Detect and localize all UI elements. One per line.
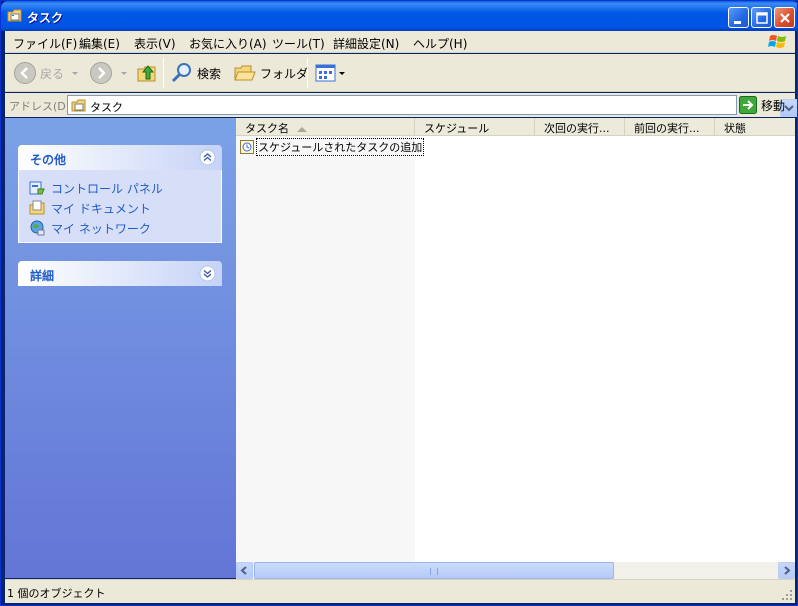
- chevron-left-icon: [240, 566, 247, 575]
- address-input[interactable]: タスク: [67, 95, 797, 117]
- sort-ascending-icon: [297, 126, 307, 132]
- search-label: 検索: [197, 66, 222, 81]
- explorer-window: タスク ファイル(F) 編集(E) 表示(V) お気に入り(A) ツール(T) …: [0, 0, 798, 606]
- menu-advanced[interactable]: 詳細設定(N): [333, 35, 399, 52]
- address-bar: アドレス(D) タスク 移動: [5, 93, 797, 117]
- toolbar: 戻る 検索 フォルダ: [5, 54, 795, 92]
- folders-icon: [234, 65, 256, 81]
- my-network-icon: [30, 220, 45, 236]
- folder-task-icon: [7, 9, 22, 22]
- folder-task-icon: [71, 99, 86, 112]
- status-bar: 1 個のオブジェクト: [5, 579, 795, 603]
- folders-label: フォルダ: [260, 66, 309, 81]
- forward-arrow-icon: [90, 62, 112, 84]
- link-label: マイ ドキュメント: [51, 201, 151, 216]
- up-folder-button[interactable]: [135, 60, 159, 86]
- go-label: 移動: [761, 98, 786, 113]
- close-icon: [780, 13, 790, 23]
- task-pane: その他 コントロール パネル マイ ドキュメント マイ ネットワーク 詳細: [5, 118, 236, 578]
- chevron-down-icon: [339, 72, 345, 75]
- details-panel: 詳細: [18, 261, 222, 286]
- collapse-icon[interactable]: [199, 149, 216, 166]
- column-label: 次回の実行...: [544, 122, 610, 135]
- minimize-button[interactable]: [728, 7, 749, 28]
- menu-file[interactable]: ファイル(F): [13, 35, 77, 52]
- link-my-network[interactable]: マイ ネットワーク: [19, 218, 221, 238]
- other-places-panel: その他 コントロール パネル マイ ドキュメント マイ ネットワーク: [18, 145, 222, 243]
- window-title: タスク: [27, 11, 64, 25]
- column-label: 状態: [724, 122, 746, 135]
- scroll-thumb[interactable]: [254, 562, 614, 579]
- address-label: アドレス(D): [9, 100, 71, 113]
- search-icon: [171, 63, 191, 83]
- control-panel-icon: [29, 181, 45, 195]
- chevron-right-icon: [784, 566, 791, 575]
- views-icon: [315, 64, 336, 82]
- other-places-body: コントロール パネル マイ ドキュメント マイ ネットワーク: [18, 170, 222, 243]
- resize-grip-icon[interactable]: [781, 589, 793, 601]
- menu-edit[interactable]: 編集(E): [79, 35, 120, 52]
- maximize-button[interactable]: [751, 7, 772, 28]
- menu-favorites[interactable]: お気に入り(A): [189, 35, 267, 52]
- link-my-documents[interactable]: マイ ドキュメント: [19, 198, 221, 218]
- list-header: タスク名 スケジュール 次回の実行... 前回の実行... 状態: [236, 118, 795, 136]
- close-button[interactable]: [774, 7, 795, 28]
- details-title: 詳細: [30, 269, 55, 283]
- go-arrow-icon: [739, 96, 757, 114]
- up-folder-icon: [137, 65, 156, 82]
- scroll-left-button[interactable]: [236, 562, 253, 579]
- column-header-status[interactable]: 状態: [715, 118, 795, 136]
- chevron-down-icon: [72, 72, 79, 75]
- column-header-task-name[interactable]: タスク名: [236, 118, 415, 136]
- menu-tools[interactable]: ツール(T): [272, 35, 325, 52]
- horizontal-scrollbar[interactable]: [236, 562, 795, 579]
- column-label: 前回の実行...: [634, 122, 700, 135]
- column-header-schedule[interactable]: スケジュール: [415, 118, 535, 136]
- task-name: スケジュールされたタスクの追加: [256, 138, 425, 156]
- status-text: 1 個のオブジェクト: [7, 587, 106, 600]
- search-button[interactable]: 検索: [170, 60, 221, 86]
- menu-view[interactable]: 表示(V): [134, 35, 176, 52]
- toolbar-separator: [307, 58, 308, 88]
- scroll-right-button[interactable]: [778, 562, 795, 579]
- list-item-add-task[interactable]: スケジュールされたタスクの追加: [240, 138, 425, 156]
- go-button[interactable]: 移動: [739, 96, 785, 114]
- column-label: スケジュール: [424, 122, 490, 135]
- forward-button[interactable]: [89, 60, 129, 86]
- toolbar-separator: [163, 58, 164, 88]
- add-task-icon: [240, 140, 254, 154]
- windows-logo-icon: [768, 35, 786, 48]
- menu-bar: ファイル(F) 編集(E) 表示(V) お気に入り(A) ツール(T) 詳細設定…: [5, 31, 795, 53]
- other-places-title: その他: [30, 153, 67, 167]
- details-header[interactable]: 詳細: [18, 261, 222, 286]
- column-label: タスク名: [245, 122, 289, 135]
- link-label: コントロール パネル: [51, 181, 163, 196]
- back-button[interactable]: 戻る: [13, 60, 80, 86]
- folders-button[interactable]: フォルダ: [233, 60, 308, 86]
- back-label: 戻る: [40, 66, 65, 81]
- maximize-icon: [756, 12, 768, 24]
- link-label: マイ ネットワーク: [51, 221, 151, 236]
- views-button[interactable]: [314, 60, 346, 86]
- task-list-view[interactable]: タスク名 スケジュール 次回の実行... 前回の実行... 状態 スケジュールさ…: [236, 118, 795, 562]
- menu-help[interactable]: ヘルプ(H): [413, 35, 467, 52]
- link-control-panel[interactable]: コントロール パネル: [19, 178, 221, 198]
- back-arrow-icon: [14, 62, 36, 84]
- sorted-column-shade: [236, 136, 415, 562]
- column-header-next-run[interactable]: 次回の実行...: [535, 118, 625, 136]
- my-documents-icon: [29, 200, 45, 215]
- minimize-icon: [734, 21, 741, 24]
- other-places-header[interactable]: その他: [18, 145, 222, 170]
- scroll-grip: [430, 568, 438, 575]
- title-bar[interactable]: タスク: [1, 1, 797, 31]
- chevron-down-icon: [121, 72, 127, 75]
- expand-icon[interactable]: [199, 265, 216, 282]
- address-value: タスク: [90, 101, 123, 114]
- column-header-last-run[interactable]: 前回の実行...: [625, 118, 715, 136]
